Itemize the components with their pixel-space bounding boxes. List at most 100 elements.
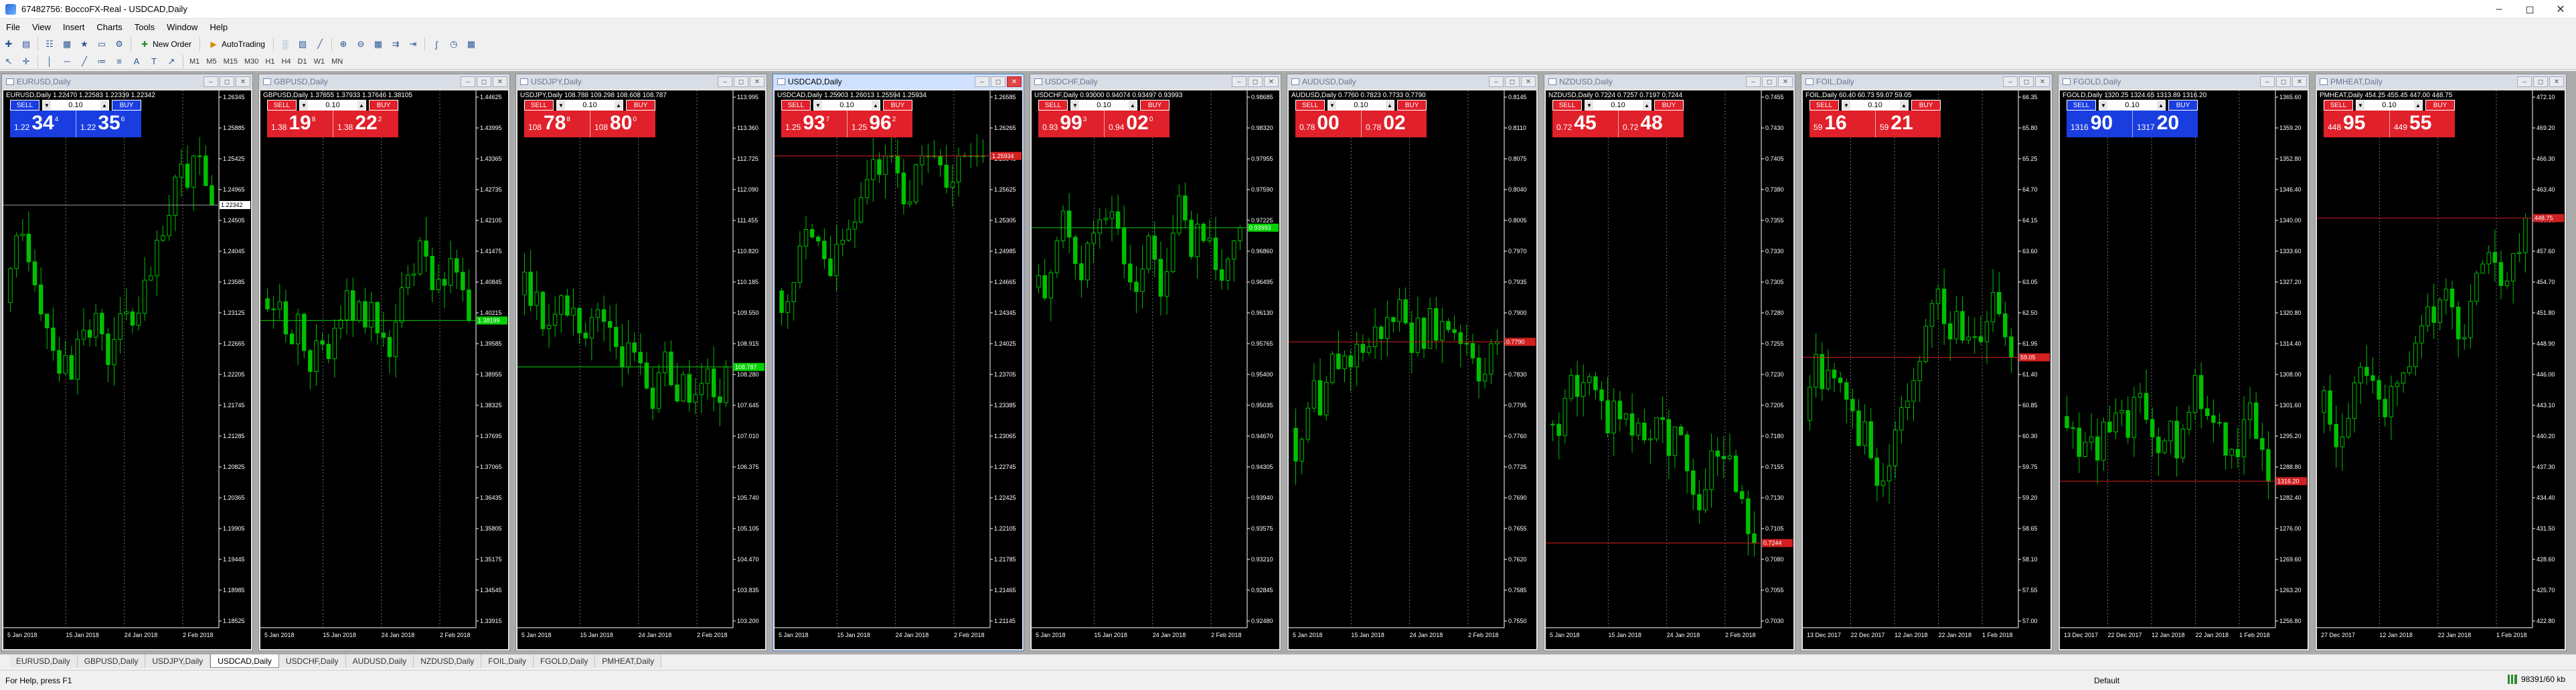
maximize-icon[interactable]: ◻ xyxy=(477,76,491,87)
zoom-out-icon[interactable]: ⊖ xyxy=(353,37,368,52)
lot-decrease-icon[interactable]: ▼ xyxy=(814,100,822,110)
periods-icon[interactable]: ◷ xyxy=(447,37,461,52)
terminal-icon[interactable]: ▭ xyxy=(94,37,109,52)
menu-window[interactable]: Window xyxy=(161,22,204,32)
buy-button[interactable]: BUY xyxy=(883,100,912,111)
text-icon[interactable]: A xyxy=(129,54,144,69)
close-icon[interactable]: ✕ xyxy=(1264,76,1279,87)
minimize-icon[interactable]: – xyxy=(2003,76,2018,87)
buy-price[interactable]: 0.94 02 0 xyxy=(1104,111,1170,137)
trendline-icon[interactable]: ╱ xyxy=(77,54,92,69)
sell-button[interactable]: SELL xyxy=(2324,100,2353,111)
sell-button[interactable]: SELL xyxy=(2067,100,2096,111)
chart-shift-icon[interactable]: ⇥ xyxy=(406,37,420,52)
close-icon[interactable]: ✕ xyxy=(2292,76,2307,87)
lot-size-input[interactable]: ▼ 0.10 ▲ xyxy=(42,100,109,111)
sell-button[interactable]: SELL xyxy=(1038,100,1068,111)
minimize-icon[interactable]: – xyxy=(2484,0,2514,19)
strategy-tester-icon[interactable]: ⚙ xyxy=(112,37,127,52)
minimize-icon[interactable]: – xyxy=(1746,76,1761,87)
sell-price[interactable]: 1.25 93 7 xyxy=(781,111,847,137)
lot-increase-icon[interactable]: ▲ xyxy=(1129,100,1137,110)
timeframe-mn[interactable]: MN xyxy=(328,55,346,68)
lot-decrease-icon[interactable]: ▼ xyxy=(300,100,308,110)
cursor-icon[interactable]: ↖ xyxy=(1,54,16,69)
maximize-icon[interactable]: ◻ xyxy=(1248,76,1263,87)
price-chart[interactable]: 0.7455 0.7430 0.7405 0.7380 0.7355 0.7330 0.73… xyxy=(1546,90,1793,649)
lot-size-input[interactable]: ▼ 0.10 ▲ xyxy=(1842,100,1909,111)
chart-tab[interactable]: FGOLD,Daily xyxy=(533,654,596,668)
buy-price[interactable]: 1.22 35 6 xyxy=(76,111,141,137)
maximize-icon[interactable]: ◻ xyxy=(1505,76,1520,87)
chart-window[interactable]: GBPUSD,Daily – ◻ ✕ 1.44625 1.43995 1.43365… xyxy=(258,74,510,651)
timeframe-m5[interactable]: M5 xyxy=(203,55,220,68)
maximize-icon[interactable]: ◻ xyxy=(220,76,234,87)
timeframe-m1[interactable]: M1 xyxy=(186,55,203,68)
buy-button[interactable]: BUY xyxy=(1654,100,1684,111)
chart-window-title-bar[interactable]: USDJPY,Daily – ◻ ✕ xyxy=(516,74,767,89)
buy-button[interactable]: BUY xyxy=(369,100,398,111)
sell-price[interactable]: 59 16 xyxy=(1809,111,1875,137)
chart-tab[interactable]: PMHEAT,Daily xyxy=(595,654,662,668)
chart-window[interactable]: USDCHF,Daily – ◻ ✕ 0.98685 0.98320 0.97955… xyxy=(1030,74,1281,651)
chart-window[interactable]: FOIL,Daily – ◻ ✕ 66.35 65.80 65.25 64.70 64.… xyxy=(1801,74,2052,651)
maximize-icon[interactable]: ◻ xyxy=(991,76,1005,87)
menu-charts[interactable]: Charts xyxy=(90,22,128,32)
lot-size-input[interactable]: ▼ 0.10 ▲ xyxy=(2356,100,2423,111)
buy-price[interactable]: 108 80 0 xyxy=(590,111,655,137)
chart-window-title-bar[interactable]: USDCHF,Daily – ◻ ✕ xyxy=(1030,74,1281,89)
buy-price[interactable]: 1.38 22 2 xyxy=(333,111,398,137)
sell-price[interactable]: 108 78 8 xyxy=(524,111,590,137)
autotrading-button[interactable]: ▶ AutoTrading xyxy=(204,37,269,52)
buy-price[interactable]: 0.78 02 xyxy=(1361,111,1427,137)
horizontal-line-icon[interactable]: ─ xyxy=(60,54,74,69)
sell-price[interactable]: 0.93 99 3 xyxy=(1038,111,1104,137)
buy-button[interactable]: BUY xyxy=(2425,100,2455,111)
chart-window[interactable]: FGOLD,Daily – ◻ ✕ 1365.60 1359.20 1352.80 1… xyxy=(2058,74,2310,651)
maximize-icon[interactable]: ◻ xyxy=(2019,76,2034,87)
text-label-icon[interactable]: T xyxy=(147,54,161,69)
minimize-icon[interactable]: – xyxy=(2260,76,2275,87)
lot-increase-icon[interactable]: ▲ xyxy=(1643,100,1651,110)
maximize-icon[interactable]: ◻ xyxy=(1762,76,1777,87)
buy-price[interactable]: 449 55 xyxy=(2389,111,2455,137)
zoom-in-icon[interactable]: ⊕ xyxy=(336,37,351,52)
chart-tab[interactable]: USDCHF,Daily xyxy=(278,654,346,668)
price-chart[interactable]: 0.98685 0.98320 0.97955 0.97590 0.97225 0.968… xyxy=(1032,90,1279,649)
lot-increase-icon[interactable]: ▲ xyxy=(1900,100,1908,110)
minimize-icon[interactable]: – xyxy=(1232,76,1246,87)
close-icon[interactable]: ✕ xyxy=(2545,0,2576,19)
price-chart[interactable]: 1365.60 1359.20 1352.80 1346.40 1340.00 1333.… xyxy=(2060,90,2308,649)
price-chart[interactable]: 1.265851.262651.259451.256251.253051.249… xyxy=(775,90,1022,649)
menu-view[interactable]: View xyxy=(26,22,57,32)
sell-button[interactable]: SELL xyxy=(1809,100,1839,111)
close-icon[interactable]: ✕ xyxy=(1778,76,1793,87)
auto-scroll-icon[interactable]: ⇉ xyxy=(388,37,403,52)
lot-increase-icon[interactable]: ▲ xyxy=(615,100,623,110)
close-icon[interactable]: ✕ xyxy=(2035,76,2050,87)
price-chart[interactable]: 113.995 113.360 112.725 112.090 111.455 110.8… xyxy=(517,90,765,649)
sell-button[interactable]: SELL xyxy=(1552,100,1582,111)
maximize-icon[interactable]: ◻ xyxy=(2533,76,2548,87)
channel-icon[interactable]: ≔ xyxy=(94,54,109,69)
candlestick-icon[interactable]: ▧ xyxy=(295,37,310,52)
timeframe-w1[interactable]: W1 xyxy=(311,55,329,68)
price-chart[interactable]: 0.8145 0.8110 0.8075 0.8040 0.8005 0.7970 0.79… xyxy=(1289,90,1536,649)
lot-decrease-icon[interactable]: ▼ xyxy=(2356,100,2364,110)
lot-increase-icon[interactable]: ▲ xyxy=(100,100,108,110)
templates-icon[interactable]: ▦ xyxy=(464,37,479,52)
lot-increase-icon[interactable]: ▲ xyxy=(1386,100,1394,110)
sell-price[interactable]: 448 95 xyxy=(2324,111,2389,137)
lot-size-input[interactable]: ▼ 0.10 ▲ xyxy=(556,100,623,111)
lot-size-input[interactable]: ▼ 0.10 ▲ xyxy=(813,100,880,111)
sell-button[interactable]: SELL xyxy=(781,100,811,111)
close-icon[interactable]: ✕ xyxy=(2549,76,2564,87)
arrows-icon[interactable]: ↗ xyxy=(164,54,179,69)
chart-window-title-bar[interactable]: AUDUSD,Daily – ◻ ✕ xyxy=(1287,74,1538,89)
menu-tools[interactable]: Tools xyxy=(129,22,161,32)
chart-window[interactable]: USDCAD,Daily – ◻ ✕ 1.265851.262651.25945… xyxy=(773,74,1024,651)
sell-button[interactable]: SELL xyxy=(267,100,297,111)
maximize-icon[interactable]: ◻ xyxy=(2514,0,2545,19)
chart-window[interactable]: EURUSD,Daily – ◻ ✕ 1.26345 1.25885 1.25425… xyxy=(1,74,253,651)
chart-window[interactable]: AUDUSD,Daily – ◻ ✕ 0.8145 0.8110 0.8075 0.8… xyxy=(1287,74,1538,651)
